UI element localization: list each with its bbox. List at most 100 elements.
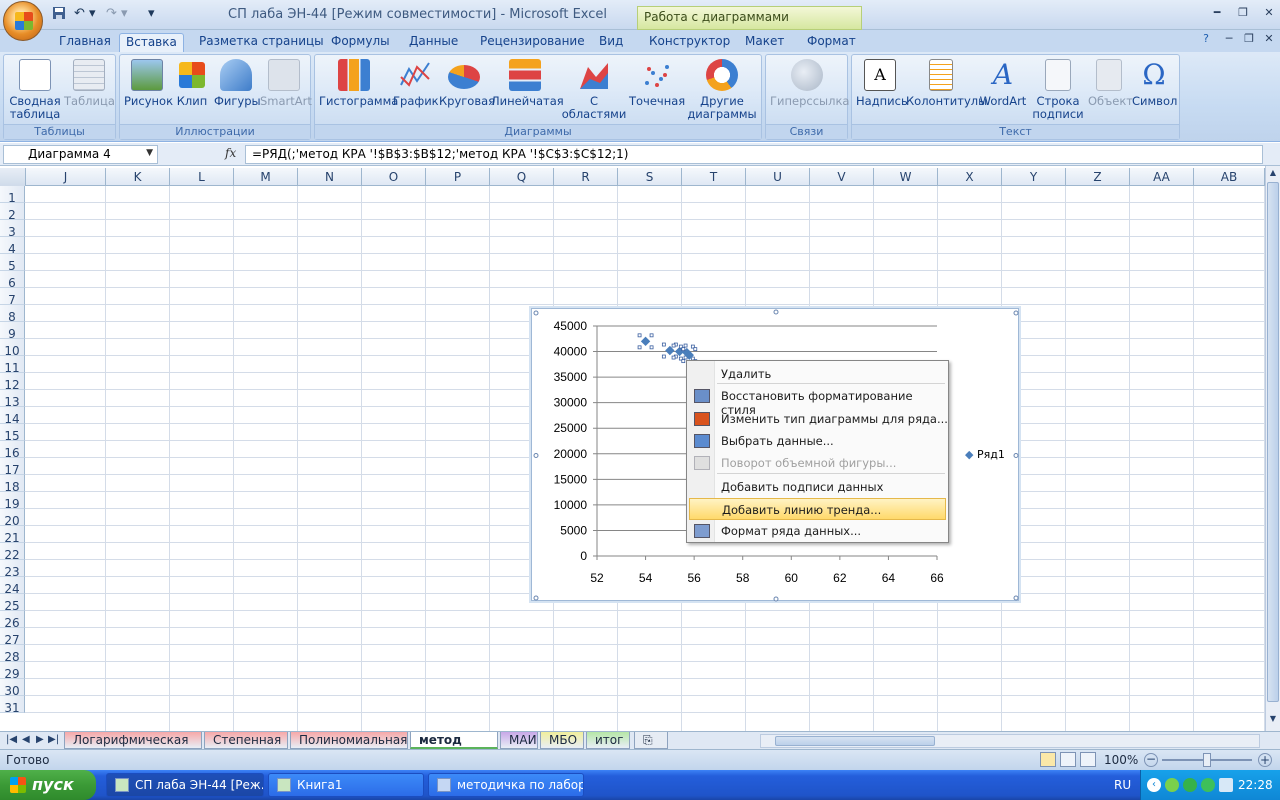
row-header[interactable]: 13 [0,390,25,409]
tab-view[interactable]: Вид [599,33,623,52]
scatter-chart-button[interactable]: Точечная [629,59,685,108]
column-header[interactable]: P [426,168,490,186]
office-button[interactable] [3,1,43,41]
help-icon[interactable]: ? [1197,32,1215,46]
prev-sheet-icon[interactable]: ◀ [22,734,30,745]
row-header[interactable]: 20 [0,509,25,528]
sheet-tab[interactable]: метод КРА [410,732,498,761]
menu-item[interactable]: Выбрать данные... [687,430,948,452]
area-chart-button[interactable]: С областями [561,59,627,121]
taskbar-task[interactable]: СП лаба ЭН-44 [Реж... [106,773,264,797]
close-icon[interactable]: ✕ [1260,6,1278,20]
hyperlink-button[interactable]: Гиперссылка [770,59,849,108]
undo-icon[interactable]: ↶ ▾ [74,6,96,24]
last-sheet-icon[interactable]: ▶| [48,734,59,745]
restore-icon[interactable]: ❐ [1234,6,1252,20]
tab-design[interactable]: Конструктор [649,33,730,52]
row-header[interactable]: 27 [0,628,25,647]
column-header[interactable]: O [362,168,426,186]
object-button[interactable]: Объект [1088,59,1133,108]
column-chart-button[interactable]: Гистограмма [319,59,398,108]
signature-line-button[interactable]: Строка подписи [1030,59,1086,121]
row-header[interactable]: 10 [0,339,25,358]
row-header[interactable]: 22 [0,543,25,562]
column-header[interactable]: L [170,168,234,186]
workbook-close-icon[interactable]: ✕ [1260,32,1278,46]
row-header[interactable]: 6 [0,271,25,290]
tab-format[interactable]: Формат [807,33,856,52]
select-all-corner[interactable] [0,168,26,186]
workbook-restore-icon[interactable]: ❐ [1240,32,1258,46]
symbol-button[interactable]: Ω Символ [1132,59,1177,108]
picture-button[interactable]: Рисунок [124,59,173,108]
row-header[interactable]: 11 [0,356,25,375]
sheet-tab[interactable]: Логарифмическая [64,732,202,749]
network-icon[interactable] [1165,778,1179,792]
column-header[interactable]: T [682,168,746,186]
volume-icon[interactable] [1219,778,1233,792]
zoom-out-icon[interactable]: − [1144,753,1158,767]
row-header[interactable]: 1 [0,186,25,205]
tab-home[interactable]: Главная [59,33,111,52]
column-header[interactable]: N [298,168,362,186]
vertical-scroll-thumb[interactable] [1267,182,1279,702]
row-header[interactable]: 15 [0,424,25,443]
row-header[interactable]: 8 [0,305,25,324]
workbook-minimize-icon[interactable]: ─ [1220,32,1238,46]
taskbar-task[interactable]: методичка по лабор... [428,773,584,797]
menu-item[interactable]: Формат ряда данных... [687,520,948,542]
row-header[interactable]: 24 [0,577,25,596]
line-chart-button[interactable]: График [393,59,439,108]
shapes-button[interactable]: Фигуры [214,59,261,108]
row-header[interactable]: 31 [0,696,25,715]
column-header[interactable]: V [810,168,874,186]
row-header[interactable]: 26 [0,611,25,630]
column-header[interactable]: Z [1066,168,1130,186]
menu-item[interactable]: Добавить линию тренда... [689,498,946,520]
menu-item[interactable]: Изменить тип диаграммы для ряда... [687,408,948,430]
tray-expand-icon[interactable]: ‹ [1147,778,1161,792]
horizontal-scroll-thumb[interactable] [775,736,935,746]
column-header[interactable]: K [106,168,170,186]
formula-input[interactable]: =РЯД(;'метод КРА '!$B$3:$B$12;'метод КРА… [245,145,1263,164]
pivot-table-button[interactable]: Сводная таблица [9,59,61,121]
minimize-icon[interactable]: ━ [1208,6,1226,20]
zoom-level[interactable]: 100% [1104,753,1138,767]
sheet-tab[interactable]: Степенная [204,732,288,749]
clip-art-button[interactable]: Клип [174,59,210,108]
insert-sheet-icon[interactable]: ⎘ [634,732,668,749]
sheet-tab[interactable]: итог [586,732,630,749]
column-header[interactable]: S [618,168,682,186]
menu-item[interactable]: Удалить [687,363,948,385]
column-header[interactable]: U [746,168,810,186]
sheet-tab[interactable]: Полиномиальная [290,732,408,749]
column-header[interactable]: AB [1194,168,1265,186]
row-header[interactable]: 16 [0,441,25,460]
row-header[interactable]: 2 [0,203,25,222]
row-header[interactable]: 7 [0,288,25,307]
text-box-button[interactable]: A Надпись [856,59,908,108]
sheet-tab[interactable]: МБО [540,732,584,749]
bar-chart-button[interactable]: Линейчатая [491,59,564,108]
column-header[interactable]: AA [1130,168,1194,186]
page-layout-view-icon[interactable] [1060,752,1076,767]
horizontal-scrollbar[interactable] [760,734,1260,748]
tab-review[interactable]: Рецензирование [480,33,585,52]
header-footer-button[interactable]: Колонтитулы [906,59,987,108]
row-header[interactable]: 14 [0,407,25,426]
sheet-tab[interactable]: МАИ [500,732,538,749]
row-header[interactable]: 21 [0,526,25,545]
row-header[interactable]: 29 [0,662,25,681]
tab-data[interactable]: Данные [409,33,458,52]
save-icon[interactable] [52,6,66,24]
tab-formulas[interactable]: Формулы [331,33,390,52]
row-header[interactable]: 30 [0,679,25,698]
pie-chart-button[interactable]: Круговая [439,59,495,108]
column-header[interactable]: M [234,168,298,186]
row-header[interactable]: 19 [0,492,25,511]
column-header[interactable]: Q [490,168,554,186]
start-button[interactable]: пуск [0,770,96,800]
language-indicator[interactable]: RU [1114,778,1131,792]
row-header[interactable]: 4 [0,237,25,256]
next-sheet-icon[interactable]: ▶ [36,734,44,745]
